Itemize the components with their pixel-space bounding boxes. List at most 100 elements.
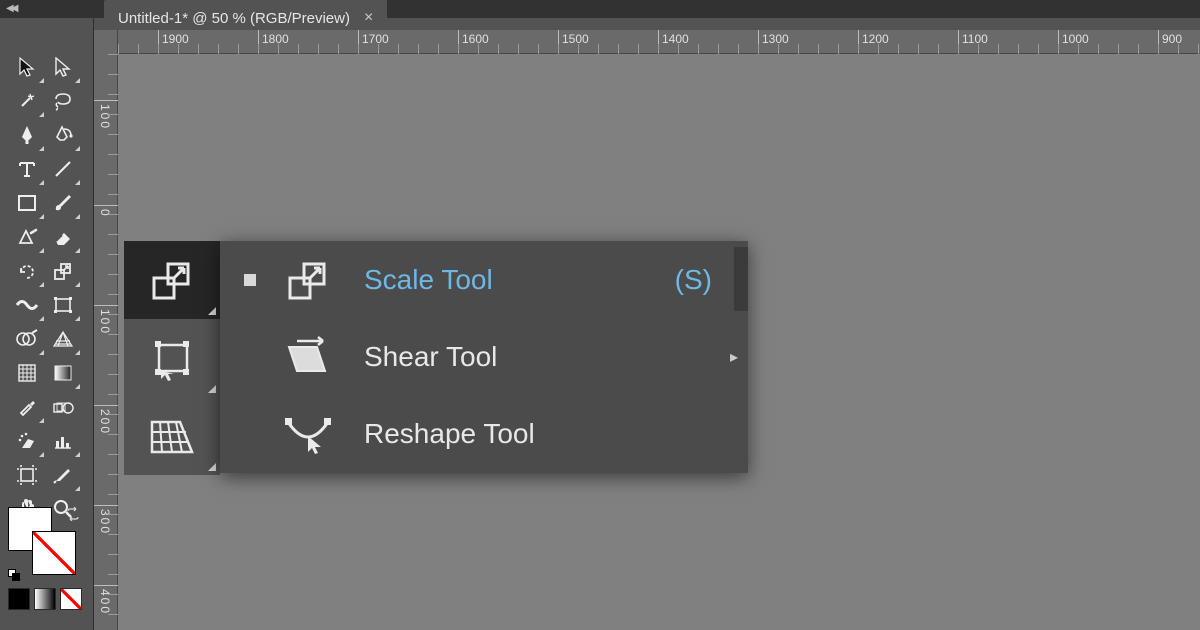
color-mode-gradient[interactable] xyxy=(34,588,56,610)
selection-tool[interactable] xyxy=(9,50,45,84)
pen-tool[interactable] xyxy=(9,118,45,152)
flyout-indicator-icon xyxy=(75,78,80,83)
flyout-indicator-icon xyxy=(75,486,80,491)
color-mode-strip xyxy=(8,588,82,610)
flyout-indicator-icon xyxy=(75,180,80,185)
submenu-arrow-icon: ▸ xyxy=(730,347,738,367)
collapse-chevrons-icon[interactable]: ◀◀ xyxy=(6,3,15,14)
flyout-indicator-icon xyxy=(208,307,216,315)
flyout-indicator-icon xyxy=(75,214,80,219)
rectangle-tool[interactable] xyxy=(9,186,45,220)
eyedropper-tool[interactable] xyxy=(9,390,45,424)
document-tab[interactable]: Untitled-1* @ 50 % (RGB/Preview) × xyxy=(104,0,387,30)
ruler-tick-label: 1300 xyxy=(762,32,789,46)
ruler-tick-label: 1200 xyxy=(862,32,889,46)
ruler-tick-label: 900 xyxy=(1162,32,1182,46)
flyout-indicator-icon xyxy=(39,180,44,185)
ruler-tick-label: 1700 xyxy=(362,32,389,46)
ruler-tick-label: 1800 xyxy=(262,32,289,46)
flyout-indicator-icon xyxy=(75,316,80,321)
blend-tool[interactable] xyxy=(45,390,81,424)
line-segment-tool[interactable] xyxy=(45,152,81,186)
close-icon[interactable]: × xyxy=(364,9,373,27)
artboard-tool[interactable] xyxy=(9,458,45,492)
flyout-indicator-icon xyxy=(39,282,44,287)
horizontal-ruler[interactable]: 1900 1800 1700 1600 1500 1400 1300 1200 1100 1000… xyxy=(118,30,1200,54)
swap-fill-stroke-icon[interactable] xyxy=(66,507,80,521)
slice-tool[interactable] xyxy=(45,458,81,492)
app-root: ◀◀ Untitled-1* @ 50 % (RGB/Preview) × xyxy=(0,0,1200,630)
tool-panel xyxy=(0,18,94,630)
tool-grid xyxy=(9,50,81,526)
magic-wand-tool[interactable] xyxy=(9,84,45,118)
flyout-indicator-icon xyxy=(39,452,44,457)
document-tab-title: Untitled-1* @ 50 % (RGB/Preview) xyxy=(118,10,350,27)
flyout-item-scale[interactable]: Scale Tool (S) xyxy=(220,241,748,318)
flyout-indicator-icon xyxy=(39,112,44,117)
perspective-distort-tool-large[interactable] xyxy=(124,397,220,475)
ruler-tick-label: 1500 xyxy=(562,32,589,46)
color-swatches[interactable] xyxy=(8,507,86,581)
flyout-item-shortcut: (S) xyxy=(675,264,712,296)
direct-selection-tool[interactable] xyxy=(45,50,81,84)
flyout-item-label: Reshape Tool xyxy=(364,418,748,450)
flyout-indicator-icon xyxy=(75,146,80,151)
ruler-tick-label: 1000 xyxy=(1062,32,1089,46)
default-fill-stroke-icon[interactable] xyxy=(8,569,20,581)
ruler-tick-label: 1100 xyxy=(962,32,988,46)
shear-icon xyxy=(280,335,336,379)
perspective-grid-tool[interactable] xyxy=(45,322,81,356)
ruler-tick-label: 200 xyxy=(98,409,112,435)
flyout-indicator-icon xyxy=(39,214,44,219)
reshape-icon xyxy=(280,412,336,456)
flyout-indicator-icon xyxy=(208,385,216,393)
ruler-tick-label: 1900 xyxy=(162,32,189,46)
tearoff-handle[interactable] xyxy=(734,247,748,311)
curvature-pen-tool[interactable] xyxy=(45,118,81,152)
flyout-indicator-icon xyxy=(39,248,44,253)
flyout-item-label: Scale Tool xyxy=(364,264,675,296)
flyout-indicator-icon xyxy=(75,350,80,355)
flyout-item-label: Shear Tool xyxy=(364,341,730,373)
ruler-tick-label: 100 xyxy=(98,104,112,130)
tool-flyout-menu: Scale Tool (S) Shear Tool ▸ xyxy=(220,241,748,473)
paintbrush-tool[interactable] xyxy=(45,186,81,220)
color-mode-none[interactable] xyxy=(60,588,82,610)
scale-tool[interactable] xyxy=(45,254,81,288)
lasso-tool[interactable] xyxy=(45,84,81,118)
width-tool[interactable] xyxy=(9,288,45,322)
gradient-tool[interactable] xyxy=(45,356,81,390)
flyout-item-shear[interactable]: Shear Tool ▸ xyxy=(220,318,748,395)
ruler-tick-label: 1600 xyxy=(462,32,489,46)
selected-indicator-icon xyxy=(244,274,256,286)
color-mode-solid[interactable] xyxy=(8,588,30,610)
mesh-tool[interactable] xyxy=(9,356,45,390)
type-tool[interactable] xyxy=(9,152,45,186)
flyout-indicator-icon xyxy=(75,384,80,389)
rotate-tool[interactable] xyxy=(9,254,45,288)
eraser-tool[interactable] xyxy=(45,220,81,254)
shape-builder-tool[interactable] xyxy=(9,322,45,356)
shaper-tool[interactable] xyxy=(9,220,45,254)
flyout-indicator-icon xyxy=(39,418,44,423)
ruler-tick-label: 400 xyxy=(98,589,112,615)
ruler-tick-label: 300 xyxy=(98,509,112,535)
ruler-tick-label: 1400 xyxy=(662,32,689,46)
scale-icon xyxy=(280,256,336,304)
flyout-indicator-icon xyxy=(75,248,80,253)
flyout-indicator-icon xyxy=(39,350,44,355)
scale-tool-large[interactable] xyxy=(124,241,220,319)
flyout-item-reshape[interactable]: Reshape Tool xyxy=(220,395,748,472)
free-transform-tool[interactable] xyxy=(45,288,81,322)
flyout-indicator-icon xyxy=(75,452,80,457)
symbol-sprayer-tool[interactable] xyxy=(9,424,45,458)
ruler-tick-label: 100 xyxy=(98,309,112,335)
column-graph-tool[interactable] xyxy=(45,424,81,458)
free-transform-tool-large[interactable] xyxy=(124,319,220,397)
flyout-indicator-icon xyxy=(75,282,80,287)
vertical-ruler[interactable]: 1000100200300400 xyxy=(94,30,118,630)
tool-flyout-anchor-column xyxy=(124,241,220,475)
flyout-indicator-icon xyxy=(39,146,44,151)
stroke-swatch[interactable] xyxy=(32,531,76,575)
flyout-indicator-icon xyxy=(39,316,44,321)
